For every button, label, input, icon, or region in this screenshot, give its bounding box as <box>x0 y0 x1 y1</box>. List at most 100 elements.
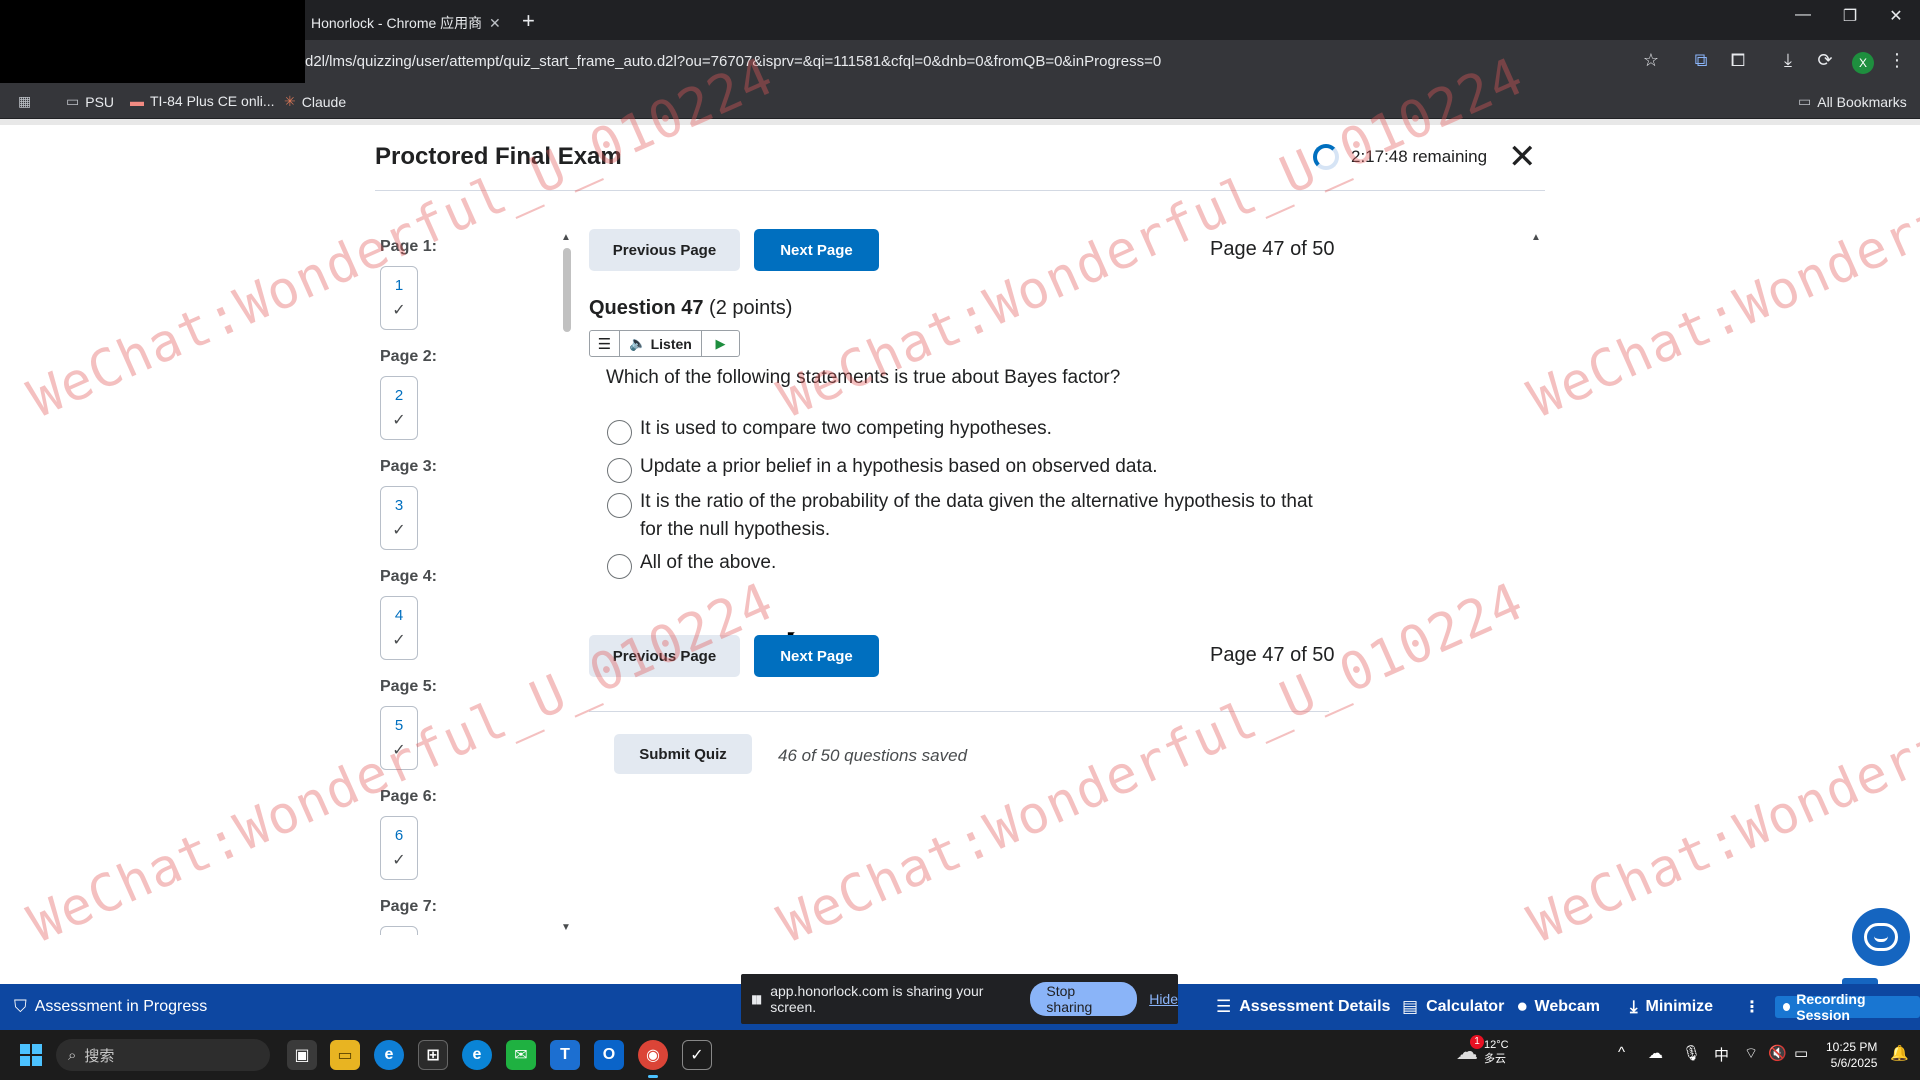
browser-tab[interactable]: Honorlock - Chrome 应用商店 ✕ <box>305 6 510 40</box>
option-label[interactable]: All of the above. <box>640 549 1330 577</box>
page-label: Page 7: <box>380 898 437 915</box>
answer-option-2[interactable]: Update a prior belief in a hypothesis ba… <box>607 453 1330 483</box>
more-options-icon[interactable]: ⋮ <box>1744 997 1760 1017</box>
calculator-button[interactable]: ▤ Calculator <box>1402 997 1504 1017</box>
volume-icon[interactable]: 🔇 <box>1768 1044 1787 1062</box>
browser-menu-icon[interactable]: ⋮ <box>1884 50 1910 71</box>
share-message: app.honorlock.com is sharing your screen… <box>770 983 984 1015</box>
weather-widget[interactable]: ☁ 1 12°C 多云 <box>1456 1035 1509 1066</box>
chrome-icon[interactable]: ◉ <box>638 1040 668 1078</box>
answer-option-4[interactable]: All of the above. <box>607 549 1330 579</box>
radio-button[interactable] <box>607 420 632 445</box>
sync-icon[interactable]: ⟳ <box>1812 50 1838 71</box>
radio-button[interactable] <box>607 458 632 483</box>
microphone-icon[interactable]: 🎙 <box>1682 1044 1701 1062</box>
page-group-4: Page 4: 4 ✓ <box>380 568 437 660</box>
scrollbar-thumb[interactable] <box>563 248 571 332</box>
page-number: 5 <box>394 717 404 734</box>
page-group-5: Page 5: 5 ✓ <box>380 678 437 770</box>
page-group-6: Page 6: 6 ✓ <box>380 788 437 880</box>
next-page-button-bottom[interactable]: Next Page <box>754 635 879 677</box>
minimize-button[interactable]: ⤓ Minimize <box>1630 997 1713 1017</box>
close-exam-icon[interactable]: ✕ <box>1508 140 1537 174</box>
system-clock[interactable]: 10:25 PM 5/6/2025 <box>1826 1039 1877 1071</box>
page-button-3[interactable]: 3 ✓ <box>380 486 418 550</box>
scroll-down-arrow-icon[interactable]: ▼ <box>561 922 571 933</box>
page-number: 6 <box>394 827 404 844</box>
download-icon[interactable]: ⤓ <box>1775 50 1801 71</box>
address-bar[interactable]: d2l/lms/quizzing/user/attempt/quiz_start… <box>305 53 1161 70</box>
clock-date: 5/6/2025 <box>1830 1056 1878 1070</box>
submit-quiz-button[interactable]: Submit Quiz <box>614 734 752 774</box>
play-icon[interactable]: ▶ <box>702 331 739 356</box>
clock-time: 10:25 PM <box>1826 1040 1878 1054</box>
previous-page-button-bottom[interactable]: Previous Page <box>589 635 740 677</box>
all-bookmarks[interactable]: ▭ All Bookmarks <box>1798 93 1907 110</box>
page-button-7[interactable] <box>380 926 418 935</box>
webcam-button[interactable]: ⏺ Webcam <box>1518 997 1600 1017</box>
taskbar-search[interactable]: ⌕ 搜索 <box>56 1039 270 1071</box>
menu-icon[interactable]: ☰ <box>590 331 620 356</box>
notification-icon[interactable]: 🔔 <box>1890 1044 1909 1062</box>
previous-page-button[interactable]: Previous Page <box>589 229 740 271</box>
teams-icon[interactable]: T <box>550 1040 580 1070</box>
weather-badge: 1 <box>1470 1035 1484 1049</box>
next-page-button[interactable]: Next Page <box>754 229 879 271</box>
option-label[interactable]: Update a prior belief in a hypothesis ba… <box>640 453 1330 481</box>
outlook-icon[interactable]: O <box>594 1040 624 1070</box>
tab-close-icon[interactable]: ✕ <box>489 15 501 32</box>
windows-start-icon[interactable] <box>20 1044 42 1066</box>
onedrive-icon[interactable]: ☁ <box>1648 1044 1663 1062</box>
checkmark-icon: ✓ <box>392 632 406 649</box>
battery-icon[interactable]: ▭ <box>1794 1044 1808 1062</box>
store-icon[interactable]: ⊞ <box>418 1040 448 1070</box>
scroll-up-arrow-icon[interactable]: ▲ <box>1531 232 1541 243</box>
option-label[interactable]: It is the ratio of the probability of th… <box>640 488 1330 544</box>
ime-indicator[interactable]: 中 <box>1714 1044 1729 1065</box>
window-minimize-button[interactable]: — <box>1783 6 1823 24</box>
page-button-6[interactable]: 6 ✓ <box>380 816 418 880</box>
bookmark-psu[interactable]: ▭ PSU <box>66 93 114 110</box>
window-restore-button[interactable]: ❐ <box>1830 6 1870 26</box>
scroll-up-arrow-icon[interactable]: ▲ <box>561 232 571 243</box>
profile-avatar[interactable]: X <box>1852 52 1874 74</box>
page-nav-scrollbar[interactable]: ▲ ▼ <box>561 232 573 933</box>
folder-icon: ▭ <box>1798 93 1812 109</box>
window-close-button[interactable]: ✕ <box>1876 6 1916 26</box>
new-tab-button[interactable]: + <box>522 8 535 34</box>
chat-support-button[interactable] <box>1852 908 1910 966</box>
bookmark-star-icon[interactable]: ☆ <box>1638 50 1664 71</box>
extensions-icon[interactable]: ⧠ <box>1725 50 1751 71</box>
page-button-2[interactable]: 2 ✓ <box>380 376 418 440</box>
edge-icon[interactable]: e <box>374 1040 404 1070</box>
translate-icon[interactable]: ⧉ <box>1688 50 1714 71</box>
radio-button[interactable] <box>607 493 632 518</box>
apps-grid-icon[interactable]: ▦ <box>18 93 31 110</box>
page-label: Page 6: <box>380 788 437 805</box>
page-button-1[interactable]: 1 ✓ <box>380 266 418 330</box>
answer-option-3[interactable]: It is the ratio of the probability of th… <box>607 488 1330 544</box>
wechat-icon[interactable]: ✉ <box>506 1040 536 1070</box>
wifi-icon[interactable]: ⌔ <box>1744 1044 1758 1063</box>
honorlock-shield-icon[interactable]: ✓ <box>682 1040 712 1070</box>
tray-chevron-icon[interactable]: ^ <box>1618 1044 1625 1061</box>
stop-sharing-button[interactable]: Stop sharing <box>1030 982 1138 1016</box>
bookmark-ti84[interactable]: ▬ TI-84 Plus CE onli... <box>130 93 275 109</box>
radio-button[interactable] <box>607 554 632 579</box>
page-button-4[interactable]: 4 ✓ <box>380 596 418 660</box>
page-button-5[interactable]: 5 ✓ <box>380 706 418 770</box>
option-label[interactable]: It is used to compare two competing hypo… <box>640 415 1330 443</box>
listen-button[interactable]: 🔈 Listen <box>620 331 702 356</box>
windows-taskbar: ⌕ 搜索 ▣ ▭ e ⊞ e ✉ T O ◉ ✓ ☁ 1 12°C 多云 ^ ☁ … <box>0 1030 1920 1080</box>
edge-dev-icon[interactable]: e <box>462 1040 492 1070</box>
bookmark-claude[interactable]: ✳ Claude <box>284 93 346 110</box>
task-view-icon[interactable]: ▣ <box>287 1040 317 1070</box>
page-group-1: Page 1: 1 ✓ <box>380 238 437 330</box>
folder-icon: ▭ <box>66 93 80 109</box>
file-explorer-icon[interactable]: ▭ <box>330 1040 360 1070</box>
hide-share-link[interactable]: Hide <box>1149 991 1178 1007</box>
checkmark-icon: ✓ <box>392 522 406 539</box>
answer-option-1[interactable]: It is used to compare two competing hypo… <box>607 415 1330 445</box>
page-label: Page 5: <box>380 678 437 695</box>
assessment-details-button[interactable]: ☰ Assessment Details <box>1216 997 1390 1017</box>
